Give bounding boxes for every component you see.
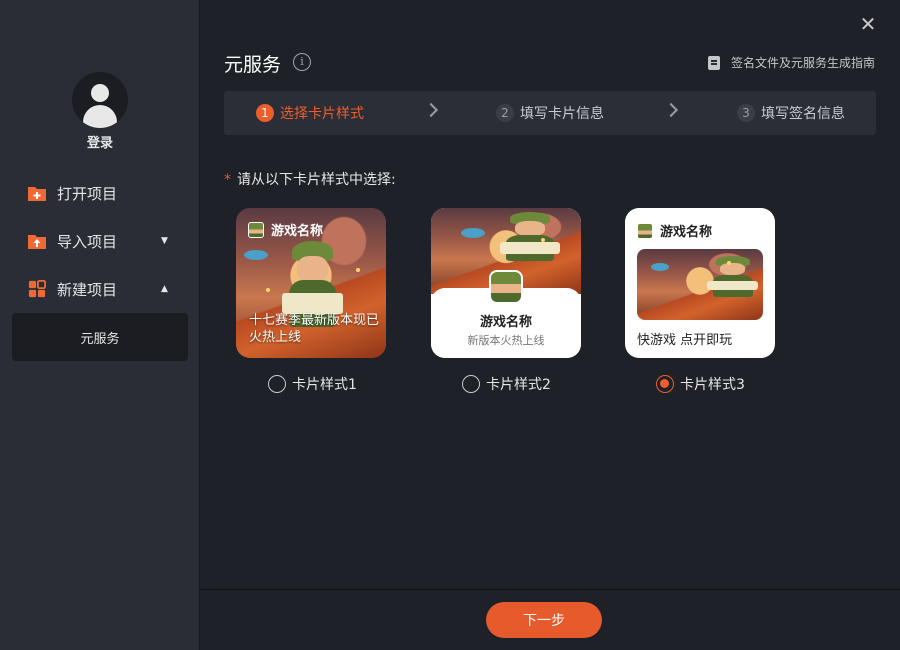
game-icon [637, 222, 653, 239]
document-icon [708, 55, 720, 70]
step-2: 2 填写卡片信息 [496, 91, 604, 135]
sidebar-item-label: 新建项目 [57, 280, 118, 299]
card-style-3-preview[interactable]: 游戏名称 快游戏 点开即玩 [625, 208, 775, 358]
page-title: 元服务 [224, 54, 282, 76]
grid-new-icon [28, 280, 46, 298]
chevron-right-icon [423, 102, 439, 118]
folder-import-icon [28, 235, 46, 249]
radio-button[interactable] [268, 375, 286, 393]
game-icon [489, 270, 523, 304]
radio-button[interactable] [462, 375, 480, 393]
step-number: 3 [737, 104, 755, 122]
card-style-3-option[interactable]: 卡片样式3 [656, 374, 745, 394]
card-tagline: 快游戏 点开即玩 [637, 333, 733, 348]
radio-button-selected[interactable] [656, 375, 674, 393]
radio-label: 卡片样式2 [486, 377, 551, 393]
guide-link[interactable]: 签名文件及元服务生成指南 [708, 54, 875, 71]
sidebar-item-label: 打开项目 [57, 184, 118, 203]
prompt-text: 请从以下卡片样式中选择: [237, 172, 396, 188]
card-style-2-option[interactable]: 卡片样式2 [462, 374, 551, 394]
game-description: 新版本火热上线 [467, 334, 545, 347]
stepper: 1 选择卡片样式 2 填写卡片信息 3 填写签名信息 [224, 91, 876, 135]
game-name: 游戏名称 [271, 224, 324, 239]
required-mark: * [224, 172, 231, 188]
step-3: 3 填写签名信息 [737, 91, 845, 135]
user-icon-body [83, 105, 117, 128]
step-1: 1 选择卡片样式 [256, 91, 364, 135]
chevron-up-icon[interactable]: ▲ [161, 284, 168, 294]
selection-prompt: * 请从以下卡片样式中选择: [224, 169, 396, 189]
game-icon [248, 221, 264, 238]
chevron-down-icon[interactable]: ▼ [161, 236, 168, 246]
card-style-1-preview[interactable]: 游戏名称 十七赛季最新版本现已火热上线 [236, 208, 386, 358]
step-label: 填写签名信息 [761, 106, 845, 122]
radio-label: 卡片样式3 [680, 377, 745, 393]
next-step-button[interactable]: 下一步 [486, 602, 602, 638]
footer-divider [200, 589, 900, 590]
game-description: 十七赛季最新版本现已火热上线 [249, 313, 380, 345]
login-label[interactable]: 登录 [0, 132, 200, 151]
chevron-right-icon [663, 102, 679, 118]
game-badge: 游戏名称 [637, 221, 712, 240]
card-style-1-option[interactable]: 卡片样式1 [268, 374, 357, 394]
game-name: 游戏名称 [660, 225, 713, 240]
avatar[interactable] [72, 72, 128, 128]
step-label: 选择卡片样式 [280, 106, 364, 122]
close-icon[interactable]: ✕ [858, 14, 878, 34]
radio-label: 卡片样式1 [292, 377, 357, 393]
sidebar-item-new-project[interactable]: 新建项目 ▲ [0, 271, 200, 307]
game-badge: 游戏名称 [248, 220, 323, 239]
folder-open-icon [28, 187, 46, 201]
info-icon[interactable]: i [293, 53, 311, 71]
game-illustration [637, 249, 763, 320]
step-number: 1 [256, 104, 274, 122]
card-style-2-preview[interactable]: 游戏名称 新版本火热上线 [431, 208, 581, 358]
sidebar-item-open-project[interactable]: 打开项目 [0, 175, 200, 211]
sidebar-item-import-project[interactable]: 导入项目 ▼ [0, 223, 200, 259]
sidebar-subitem-meta-service[interactable]: 元服务 [12, 313, 188, 361]
step-number: 2 [496, 104, 514, 122]
game-name: 游戏名称 [479, 315, 532, 330]
guide-link-label: 签名文件及元服务生成指南 [731, 56, 876, 70]
step-label: 填写卡片信息 [520, 106, 604, 122]
sidebar-item-label: 导入项目 [57, 232, 118, 251]
sidebar: 登录 打开项目 导入项目 ▼ 新建项目 ▲ 元服务 [0, 0, 200, 650]
user-icon [91, 84, 109, 102]
